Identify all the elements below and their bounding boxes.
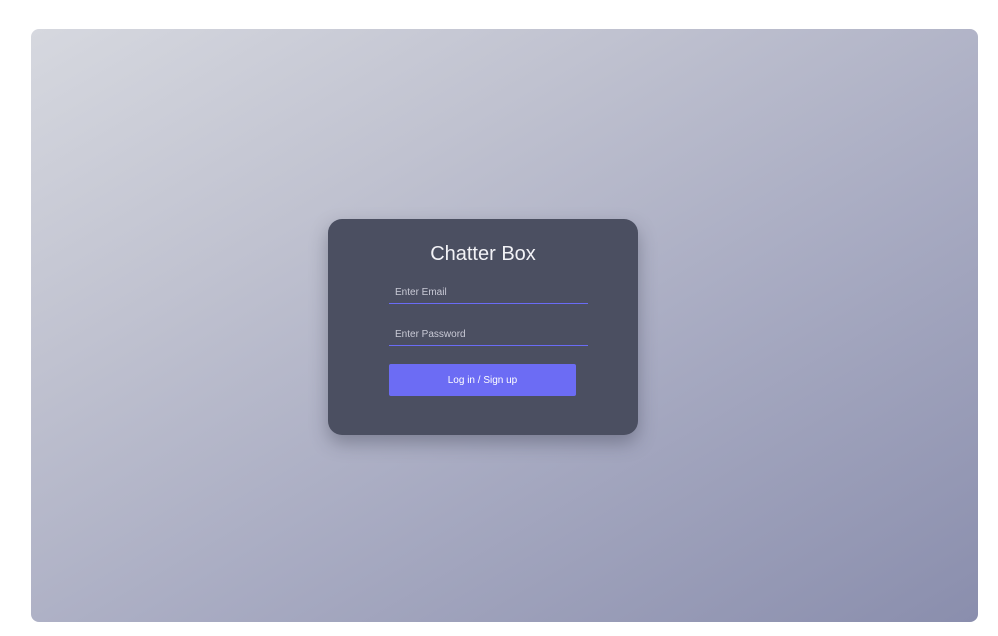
email-field-container [389,281,588,304]
app-title: Chatter Box [430,243,536,265]
app-background: Chatter Box Log in / Sign up [31,29,978,622]
login-signup-button[interactable]: Log in / Sign up [389,364,576,396]
password-field-container [389,323,588,346]
password-input[interactable] [389,323,588,345]
email-input[interactable] [389,281,588,303]
login-card: Chatter Box Log in / Sign up [328,219,638,435]
